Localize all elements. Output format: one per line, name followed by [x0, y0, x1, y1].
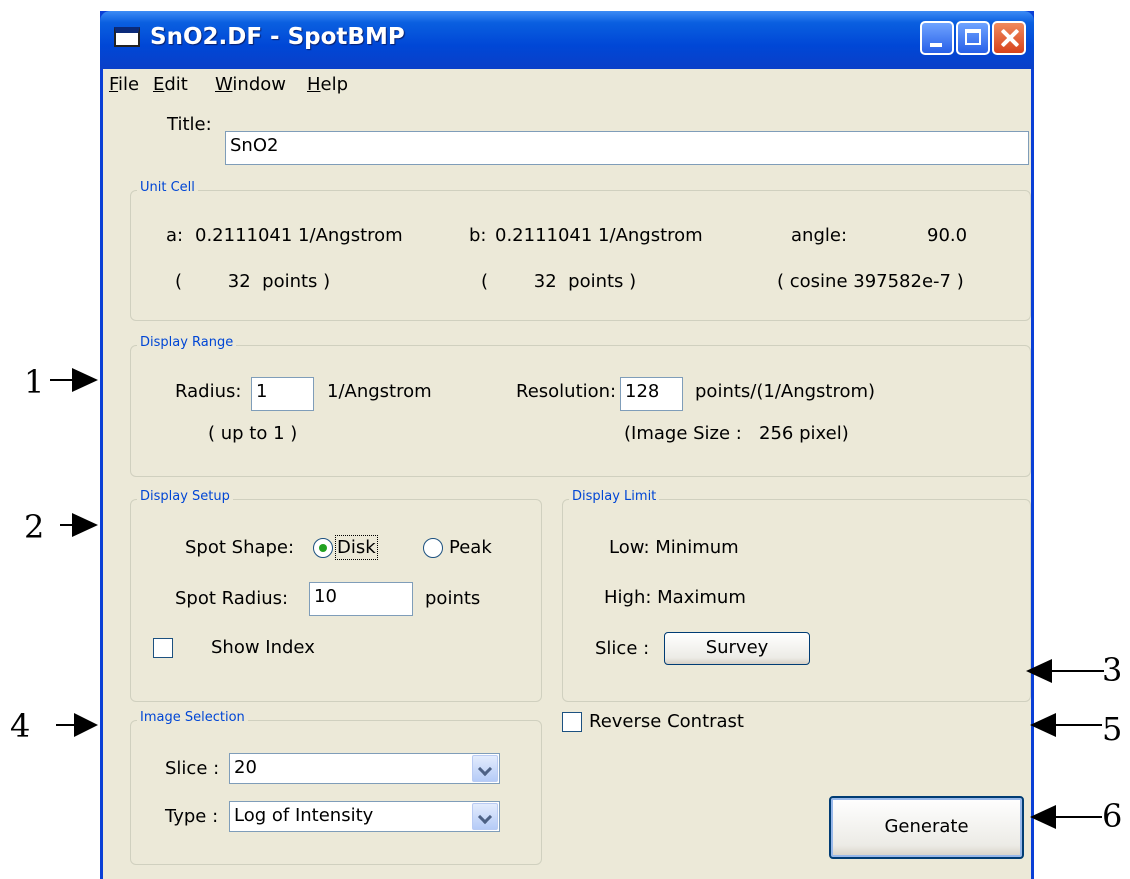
radius-unit: 1/Angstrom — [327, 381, 432, 402]
disk-radio[interactable] — [313, 538, 333, 558]
display-range-legend: Display Range — [137, 335, 237, 350]
reverse-contrast-checkbox[interactable] — [562, 712, 582, 732]
slice-limit-label: Slice : — [595, 638, 650, 659]
window-title: SnO2.DF - SpotBMP — [150, 24, 405, 50]
display-setup-group: Display Setup Spot Shape: Disk Peak Spot… — [130, 489, 542, 702]
minimize-button[interactable] — [920, 21, 954, 55]
cosine-value: ( cosine 397582e-7 ) — [777, 271, 964, 292]
app-window: SnO2.DF - SpotBMP File Edit Window Help … — [100, 11, 1034, 879]
angle-value: 90.0 — [927, 225, 968, 246]
peak-radio-label[interactable]: Peak — [449, 537, 492, 558]
title-label: Title: — [167, 114, 212, 135]
slice-select-value: 20 — [234, 757, 257, 778]
b-value: 0.2111041 1/Angstrom — [495, 225, 703, 246]
peak-radio[interactable] — [423, 538, 443, 558]
type-select-value: Log of Intensity — [234, 805, 374, 826]
display-range-group: Display Range Radius: 1 1/Angstrom ( up … — [130, 335, 1031, 477]
annotation-arrow-left — [1030, 805, 1102, 829]
annotation-arrow-left — [1030, 713, 1102, 737]
spot-radius-label: Spot Radius: — [175, 588, 289, 609]
annotation-4: 4 — [10, 707, 31, 745]
unit-cell-group: Unit Cell a: 0.2111041 1/Angstrom b: 0.2… — [130, 180, 1031, 321]
app-icon[interactable] — [114, 27, 140, 47]
radius-input[interactable]: 1 — [251, 377, 314, 411]
b-points: ( 32 points ) — [481, 271, 637, 292]
annotation-1: 1 — [24, 363, 45, 401]
annotation-arrow-left — [1026, 659, 1104, 683]
a-points: ( 32 points ) — [175, 271, 331, 292]
generate-button[interactable]: Generate — [829, 796, 1024, 859]
spot-shape-label: Spot Shape: — [185, 537, 295, 558]
radius-note: ( up to 1 ) — [208, 423, 298, 444]
annotation-6: 6 — [1102, 797, 1123, 835]
menu-help[interactable]: Help — [307, 74, 348, 95]
menu-edit[interactable]: Edit — [153, 74, 188, 95]
high-limit: High: Maximum — [604, 587, 746, 608]
a-label: a: — [166, 225, 184, 246]
menu-file[interactable]: File — [109, 74, 139, 95]
survey-button[interactable]: Survey — [664, 632, 810, 665]
display-setup-legend: Display Setup — [137, 489, 233, 504]
low-limit: Low: Minimum — [609, 537, 739, 558]
resolution-unit: points/(1/Angstrom) — [695, 381, 876, 402]
annotation-arrow-right — [50, 368, 98, 392]
resolution-input[interactable]: 128 — [620, 377, 683, 411]
b-label: b: — [469, 225, 487, 246]
unit-cell-legend: Unit Cell — [137, 180, 198, 195]
chevron-down-icon[interactable] — [472, 803, 498, 830]
chevron-down-icon[interactable] — [472, 755, 498, 782]
a-value: 0.2111041 1/Angstrom — [195, 225, 403, 246]
menu-bar: File Edit Window Help — [103, 69, 1031, 99]
display-limit-legend: Display Limit — [569, 489, 660, 504]
menu-window[interactable]: Window — [215, 74, 286, 95]
maximize-button[interactable] — [956, 21, 990, 55]
spot-radius-input[interactable]: 10 — [309, 582, 413, 616]
annotation-3: 3 — [1102, 651, 1123, 689]
show-index-label[interactable]: Show Index — [211, 637, 315, 658]
image-selection-legend: Image Selection — [137, 710, 248, 725]
title-input[interactable]: SnO2 — [225, 131, 1029, 165]
display-limit-group: Display Limit Low: Minimum High: Maximum… — [562, 489, 1031, 702]
close-button[interactable] — [992, 21, 1026, 55]
show-index-checkbox[interactable] — [153, 638, 173, 658]
disk-radio-label[interactable]: Disk — [335, 535, 378, 560]
image-selection-group: Image Selection Slice : 20 Type : Log of… — [130, 710, 542, 865]
radius-label: Radius: — [175, 381, 242, 402]
slice-select-label: Slice : — [165, 758, 220, 779]
angle-label: angle: — [791, 225, 848, 246]
spot-radius-unit: points — [425, 588, 481, 609]
reverse-contrast-label[interactable]: Reverse Contrast — [589, 711, 744, 732]
annotation-arrow-right — [60, 513, 98, 537]
type-select-label: Type : — [165, 806, 219, 827]
image-size: (Image Size : 256 pixel) — [624, 423, 849, 444]
annotation-2: 2 — [24, 508, 45, 546]
resolution-label: Resolution: — [516, 381, 617, 402]
annotation-5: 5 — [1102, 710, 1123, 748]
slice-select[interactable]: 20 — [229, 753, 500, 784]
annotation-arrow-right — [56, 713, 98, 737]
type-select[interactable]: Log of Intensity — [229, 801, 500, 832]
title-bar[interactable]: SnO2.DF - SpotBMP — [100, 11, 1034, 69]
